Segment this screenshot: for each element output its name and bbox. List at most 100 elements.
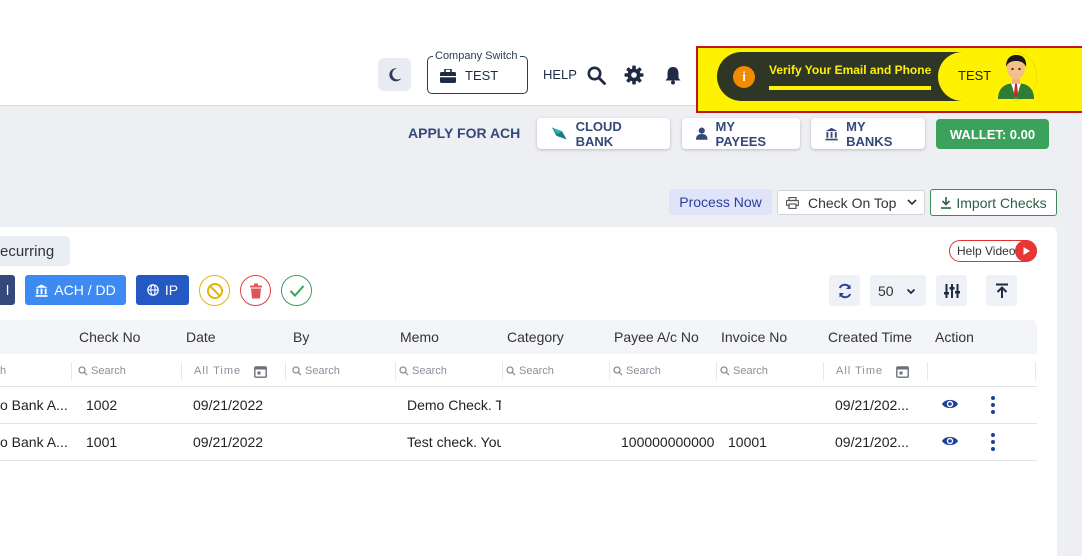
all-time-label: All Time: [194, 365, 242, 377]
cell-check-no: 1002: [86, 397, 118, 413]
search-placeholder: Search: [91, 365, 126, 377]
avatar: [998, 55, 1034, 99]
briefcase-icon: [440, 69, 456, 83]
ach-dd-button[interactable]: ACH / DD: [25, 275, 126, 305]
invoice-search-input[interactable]: Search: [720, 362, 824, 380]
cloud-bank-logo-icon: [551, 127, 567, 140]
search-icon: [292, 366, 302, 376]
ban-icon: [206, 282, 223, 299]
user-menu[interactable]: TEST: [938, 52, 1037, 101]
table-header: Check No Date By Memo Category Payee A/c…: [0, 320, 1037, 354]
process-now-button[interactable]: Process Now: [669, 189, 772, 215]
cell-invoice: 10001: [728, 434, 767, 450]
search-placeholder: Search: [519, 365, 554, 377]
column-settings-button[interactable]: [936, 275, 967, 306]
date-range-filter[interactable]: All Time: [194, 362, 286, 380]
table-row[interactable]: o Bank A... 1001 09/21/2022 Test check. …: [0, 424, 1037, 461]
col-created-time[interactable]: Created Time: [828, 329, 912, 345]
search-icon: [613, 366, 623, 376]
search-icon: [78, 366, 88, 376]
verify-email-phone-button[interactable]: i Verify Your Email and Phone TEST: [717, 52, 1037, 101]
col-memo[interactable]: Memo: [400, 329, 439, 345]
filter-row: h Search All Time Search Search Search S…: [0, 354, 1037, 387]
search-icon: [720, 366, 730, 376]
search-placeholder: h: [0, 365, 7, 377]
search-button[interactable]: [585, 64, 607, 86]
calendar-icon: [896, 365, 910, 378]
ip-label: IP: [164, 282, 179, 298]
approve-button[interactable]: [281, 275, 312, 306]
wallet-button[interactable]: WALLET: 0.00: [936, 119, 1049, 149]
help-link[interactable]: HELP: [543, 67, 577, 82]
ip-button[interactable]: IP: [136, 275, 189, 305]
delete-button[interactable]: [240, 275, 271, 306]
cell-check-no: 1001: [86, 434, 118, 450]
more-vertical-icon[interactable]: [988, 395, 998, 415]
notifications-button[interactable]: [662, 64, 684, 86]
globe-icon: [147, 284, 159, 296]
partial-action-button[interactable]: l: [0, 275, 15, 305]
cloud-bank-label: CLOUD BANK: [575, 118, 622, 149]
info-icon: i: [733, 66, 755, 88]
cell-created: 09/21/202...: [835, 397, 909, 413]
verify-banner: i Verify Your Email and Phone TEST: [696, 46, 1082, 113]
void-button[interactable]: [199, 275, 230, 306]
import-checks-button[interactable]: Import Checks: [930, 189, 1057, 216]
user-name: TEST: [958, 68, 992, 83]
cloud-bank-button[interactable]: CLOUD BANK: [537, 118, 670, 149]
import-checks-label: Import Checks: [956, 194, 1047, 211]
bell-icon: [665, 66, 681, 84]
bank-icon: [825, 127, 838, 140]
search-placeholder: Search: [626, 365, 661, 377]
bank-search-input[interactable]: h: [0, 362, 72, 380]
company-switch-select[interactable]: Company Switch TEST: [427, 50, 528, 94]
rows-per-page-select[interactable]: 50: [870, 275, 926, 306]
printer-icon: [786, 196, 799, 209]
by-search-input[interactable]: Search: [292, 362, 396, 380]
created-time-filter[interactable]: All Time: [836, 362, 928, 380]
memo-search-input[interactable]: Search: [399, 362, 503, 380]
action-filter-cell: [934, 362, 1036, 380]
col-payee-ac-no[interactable]: Payee A/c No: [614, 329, 699, 345]
apply-for-ach-link[interactable]: APPLY FOR ACH: [408, 125, 520, 141]
more-vertical-icon[interactable]: [988, 432, 998, 452]
eye-icon[interactable]: [941, 434, 959, 448]
company-switch-value: TEST: [465, 68, 499, 83]
cell-payee-ac: 100000000000: [621, 434, 715, 450]
search-placeholder: Search: [412, 365, 447, 377]
tab-recurring[interactable]: ecurring: [0, 236, 70, 266]
help-video-button[interactable]: Help Video: [949, 240, 1037, 262]
category-search-input[interactable]: Search: [506, 362, 610, 380]
cell-date: 09/21/2022: [193, 434, 264, 450]
check-position-select[interactable]: Check On Top: [777, 190, 925, 215]
play-icon: [1015, 240, 1037, 262]
check-position-value: Check On Top: [808, 194, 897, 211]
col-category[interactable]: Category: [507, 329, 564, 345]
chevron-down-icon: [906, 288, 915, 294]
my-banks-label: MY BANKS: [846, 118, 893, 149]
payee-ac-search-input[interactable]: Search: [613, 362, 717, 380]
verify-progress-bar: [769, 86, 931, 90]
scroll-top-button[interactable]: [986, 275, 1017, 306]
cell-date: 09/21/2022: [193, 397, 264, 413]
trash-icon: [249, 283, 262, 298]
my-payees-button[interactable]: MY PAYEES: [682, 118, 800, 149]
search-icon: [399, 366, 409, 376]
refresh-button[interactable]: [829, 275, 860, 306]
cell-bank: o Bank A...: [0, 434, 68, 450]
dark-mode-toggle[interactable]: [378, 58, 411, 91]
user-icon: [696, 127, 708, 140]
col-date[interactable]: Date: [186, 329, 216, 345]
eye-icon[interactable]: [941, 397, 959, 411]
check-no-search-input[interactable]: Search: [78, 362, 182, 380]
col-invoice-no[interactable]: Invoice No: [721, 329, 787, 345]
col-check-no[interactable]: Check No: [79, 329, 140, 345]
ach-dd-label: ACH / DD: [54, 282, 116, 298]
cell-memo: Test check. You: [407, 434, 501, 450]
table-row[interactable]: o Bank A... 1002 09/21/2022 Demo Check. …: [0, 387, 1037, 424]
col-by[interactable]: By: [293, 329, 309, 345]
settings-button[interactable]: [623, 64, 645, 86]
cell-bank: o Bank A...: [0, 397, 68, 413]
my-banks-button[interactable]: MY BANKS: [811, 118, 925, 149]
refresh-icon: [838, 283, 851, 298]
